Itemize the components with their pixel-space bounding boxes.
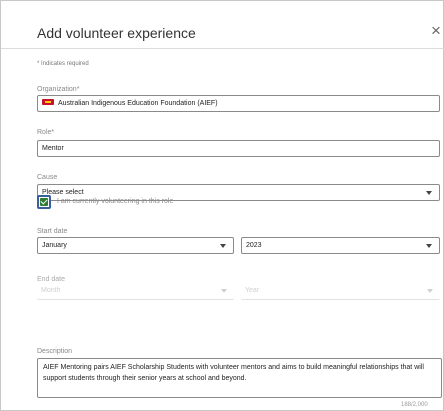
character-counter: 188/2,000 [401,402,428,408]
dialog-title: Add volunteer experience [37,25,196,41]
currently-volunteering-checkbox[interactable] [37,195,51,209]
dialog-header: Add volunteer experience × [1,1,444,49]
start-month-select[interactable]: January [37,237,234,254]
organization-field[interactable]: Australian Indigenous Education Foundati… [37,95,440,112]
start-year-value: 2023 [246,242,262,249]
organization-logo-icon [42,99,54,106]
start-year-select[interactable]: 2023 [241,237,440,254]
checkmark-icon [40,198,48,206]
close-icon[interactable]: × [429,22,443,39]
chevron-down-icon [427,289,433,293]
chevron-down-icon [426,244,432,248]
end-month-select[interactable]: Month [37,283,234,300]
dialog: Add volunteer experience × * Indicates r… [0,0,444,411]
currently-volunteering-label: I am currently volunteering in this role [57,198,174,205]
role-label: Role* [37,129,55,136]
cause-label: Cause [37,174,58,181]
start-date-label: Start date [37,228,68,235]
chevron-down-icon [426,191,432,195]
organization-label: Organization* [37,86,80,93]
chevron-down-icon [221,289,227,293]
end-month-placeholder: Month [41,287,61,294]
description-value: AIEF Mentoring pairs AIEF Scholarship St… [43,364,424,382]
description-label: Description [37,348,73,355]
end-year-select[interactable]: Year [241,283,440,300]
role-field[interactable]: Mentor [37,140,440,157]
end-year-placeholder: Year [245,287,260,294]
start-month-value: January [42,242,67,249]
role-value: Mentor [42,145,64,152]
required-note: * Indicates required [37,61,89,67]
scrollbar[interactable] [439,49,443,411]
chevron-down-icon [220,244,226,248]
organization-value: Australian Indigenous Education Foundati… [58,100,218,107]
description-textarea[interactable]: AIEF Mentoring pairs AIEF Scholarship St… [37,358,442,398]
